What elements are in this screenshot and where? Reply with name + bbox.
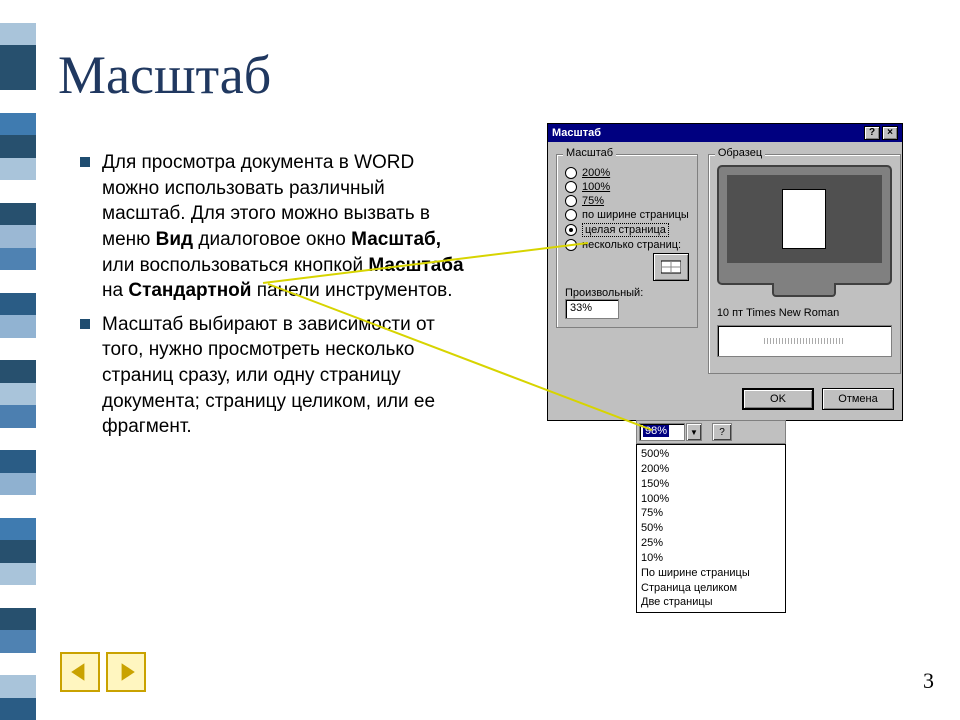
left-decorative-stripe [0, 0, 36, 720]
groupbox-legend: Масштаб [563, 147, 616, 159]
custom-zoom-input[interactable]: 33% [565, 299, 619, 319]
preview-font-label: 10 пт Times New Roman [717, 307, 892, 319]
groupbox-legend: Образец [715, 147, 765, 159]
zoom-toolbar-dropdown: 98% ▼ ? 500%200%150%100%75%50%25%10%По ш… [636, 420, 786, 613]
radio-100[interactable]: 100% [565, 181, 689, 193]
zoom-dropdown-list[interactable]: 500%200%150%100%75%50%25%10%По ширине ст… [636, 444, 786, 613]
dialog-titlebar[interactable]: Масштаб ? × [548, 124, 902, 142]
zoom-dialog: Масштаб ? × Масштаб 200% 100% 75% по шир… [547, 123, 903, 421]
prev-slide-button[interactable] [60, 652, 100, 692]
page-number: 3 [923, 668, 934, 694]
bullet-list: Для просмотра документа в WORD можно исп… [80, 150, 470, 448]
dropdown-option[interactable]: 150% [641, 477, 781, 492]
cancel-button[interactable]: Отмена [822, 388, 894, 410]
chevron-down-icon[interactable]: ▼ [686, 423, 702, 441]
monitor-icon [717, 165, 892, 285]
radio-200[interactable]: 200% [565, 167, 689, 179]
ok-button[interactable]: OK [742, 388, 814, 410]
help-icon[interactable]: ? [864, 126, 880, 140]
close-icon[interactable]: × [882, 126, 898, 140]
slide-title: Масштаб [58, 44, 271, 106]
zoom-input[interactable]: 98% [639, 423, 685, 441]
preview-text-sample [717, 325, 892, 357]
dropdown-option[interactable]: 25% [641, 536, 781, 551]
dialog-title: Масштаб [552, 127, 601, 139]
dropdown-option[interactable]: По ширине страницы [641, 566, 781, 581]
radio-75[interactable]: 75% [565, 195, 689, 207]
dropdown-option[interactable]: 100% [641, 492, 781, 507]
radio-page-width[interactable]: по ширине страницы [565, 209, 689, 221]
dropdown-option[interactable]: Две страницы [641, 595, 781, 610]
dropdown-option[interactable]: 10% [641, 551, 781, 566]
dropdown-option[interactable]: 50% [641, 521, 781, 536]
bullet-item: Для просмотра документа в WORD можно исп… [80, 150, 470, 304]
radio-multi-pages[interactable]: несколько страниц: [565, 239, 689, 251]
next-slide-button[interactable] [106, 652, 146, 692]
radio-whole-page[interactable]: целая страница [565, 223, 689, 237]
zoom-groupbox: Масштаб 200% 100% 75% по ширине страницы… [556, 154, 698, 328]
bullet-item: Масштаб выбирают в зависимости от того, … [80, 312, 470, 440]
dropdown-option[interactable]: 200% [641, 462, 781, 477]
help-icon[interactable]: ? [712, 423, 732, 441]
dropdown-option[interactable]: Страница целиком [641, 581, 781, 596]
dropdown-option[interactable]: 75% [641, 506, 781, 521]
multi-pages-button[interactable] [653, 253, 689, 281]
preview-groupbox: Образец 10 пт Times New Roman [708, 154, 901, 374]
dropdown-option[interactable]: 500% [641, 447, 781, 462]
custom-label: Произвольный: [565, 287, 689, 299]
